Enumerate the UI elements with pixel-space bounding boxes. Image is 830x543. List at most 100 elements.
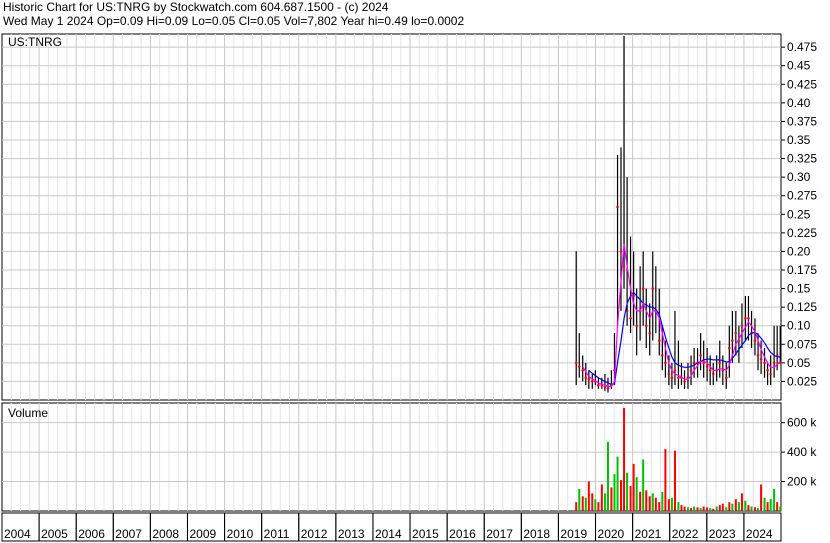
year-axis: 2004 2005 2006 2007 2008 2009 2010 2011 2012 2013… [1, 512, 782, 542]
close-point [705, 365, 709, 368]
historic-chart: 0.025 0.05 0.075 0.10 0.125 0.15 0.175 0.20 0.22… [1, 33, 817, 542]
volume-bar [654, 497, 657, 511]
y-tick-label: 0.05 [787, 356, 811, 370]
price-panel: 0.025 0.05 0.075 0.10 0.125 0.15 0.175 0.20 0.22… [1, 33, 817, 401]
close-point [724, 376, 728, 380]
volume-bar [753, 507, 756, 511]
close-point [718, 361, 722, 365]
volume-bar [661, 491, 664, 511]
close-point [740, 324, 744, 328]
close-point [689, 368, 693, 372]
close-point [699, 354, 702, 357]
volume-bar [600, 484, 603, 511]
volume-bar [584, 497, 587, 511]
volume-bar [616, 456, 619, 511]
volume-bar [626, 472, 629, 511]
close-point [747, 316, 750, 320]
close-point [581, 368, 585, 372]
y-tick-label: 0.175 [787, 263, 817, 277]
volume-bar [725, 507, 728, 511]
close-point [587, 377, 591, 381]
x-tick-label: 2018 [523, 527, 550, 541]
volume-bar [623, 407, 626, 511]
volume-bar [715, 506, 718, 511]
volume-bar [760, 484, 763, 511]
volume-bar [639, 491, 642, 511]
volume-bar [619, 480, 622, 511]
y-tick-label: 0.125 [787, 300, 817, 314]
y-tick-label: 0.325 [787, 152, 817, 166]
volume-bar [667, 499, 670, 511]
x-tick-label: 2022 [672, 527, 699, 541]
volume-bar [747, 505, 750, 511]
volume-bar [603, 493, 606, 511]
volume-bar [683, 506, 686, 511]
volume-tick-label: 600 k [787, 416, 817, 430]
volume-bar [773, 488, 776, 511]
x-tick-label: 2009 [189, 527, 216, 541]
volume-bar [680, 505, 683, 511]
volume-bar [763, 497, 766, 511]
volume-bar [648, 496, 651, 511]
volume-bar [578, 488, 581, 511]
volume-bar [587, 481, 590, 511]
volume-bar [718, 505, 721, 511]
y-tick-label: 0.45 [787, 59, 811, 73]
close-point [756, 354, 760, 357]
close-point [769, 372, 772, 376]
close-point [677, 376, 680, 380]
y-tick-label: 0.225 [787, 226, 817, 240]
close-point [670, 376, 674, 380]
volume-bar [757, 508, 760, 511]
volume-bar [664, 449, 667, 511]
close-point [597, 383, 600, 387]
volume-bar [594, 499, 597, 511]
volume-bar [728, 502, 731, 511]
close-point [657, 339, 661, 342]
volume-bar [635, 477, 638, 511]
close-point [708, 368, 712, 372]
close-point [590, 380, 594, 383]
x-tick-label: 2012 [301, 527, 328, 541]
volume-bar [613, 474, 616, 511]
y-tick-label: 0.275 [787, 189, 817, 203]
volume-bar [740, 493, 743, 511]
close-point [763, 361, 766, 365]
volume-bar [651, 493, 654, 511]
y-tick-label: 0.10 [787, 319, 811, 333]
volume-bar [750, 506, 753, 511]
volume-bar [673, 450, 676, 511]
close-point [635, 324, 638, 328]
volume-bar [645, 490, 648, 511]
close-point [664, 361, 667, 365]
y-tick-label: 0.425 [787, 77, 817, 91]
x-tick-label: 2008 [152, 527, 179, 541]
volume-bar [709, 508, 712, 511]
volume-tick-label: 400 k [787, 445, 817, 459]
y-tick-label: 0.375 [787, 114, 817, 128]
volume-bar [702, 506, 705, 511]
volume-bar [581, 496, 584, 511]
close-point [728, 346, 731, 350]
volume-bar [610, 487, 613, 511]
x-tick-label: 2023 [709, 527, 736, 541]
volume-bar [632, 463, 635, 511]
close-point [644, 324, 648, 328]
x-tick-label: 2019 [560, 527, 587, 541]
close-point [753, 339, 757, 342]
close-point [766, 368, 769, 372]
volume-bar [779, 506, 782, 511]
volume-bar [606, 441, 609, 511]
close-point [692, 361, 696, 365]
volume-bar [690, 508, 693, 511]
x-tick-label: 2016 [449, 527, 476, 541]
close-point [577, 365, 581, 368]
close-point [616, 205, 619, 209]
x-tick-label: 2015 [412, 527, 439, 541]
x-tick-label: 2005 [41, 527, 68, 541]
x-tick-label: 2013 [338, 527, 365, 541]
close-point [759, 357, 763, 361]
volume-tick-label: 200 k [787, 475, 817, 489]
volume-bar [721, 503, 724, 511]
x-tick-label: 2014 [375, 527, 402, 541]
